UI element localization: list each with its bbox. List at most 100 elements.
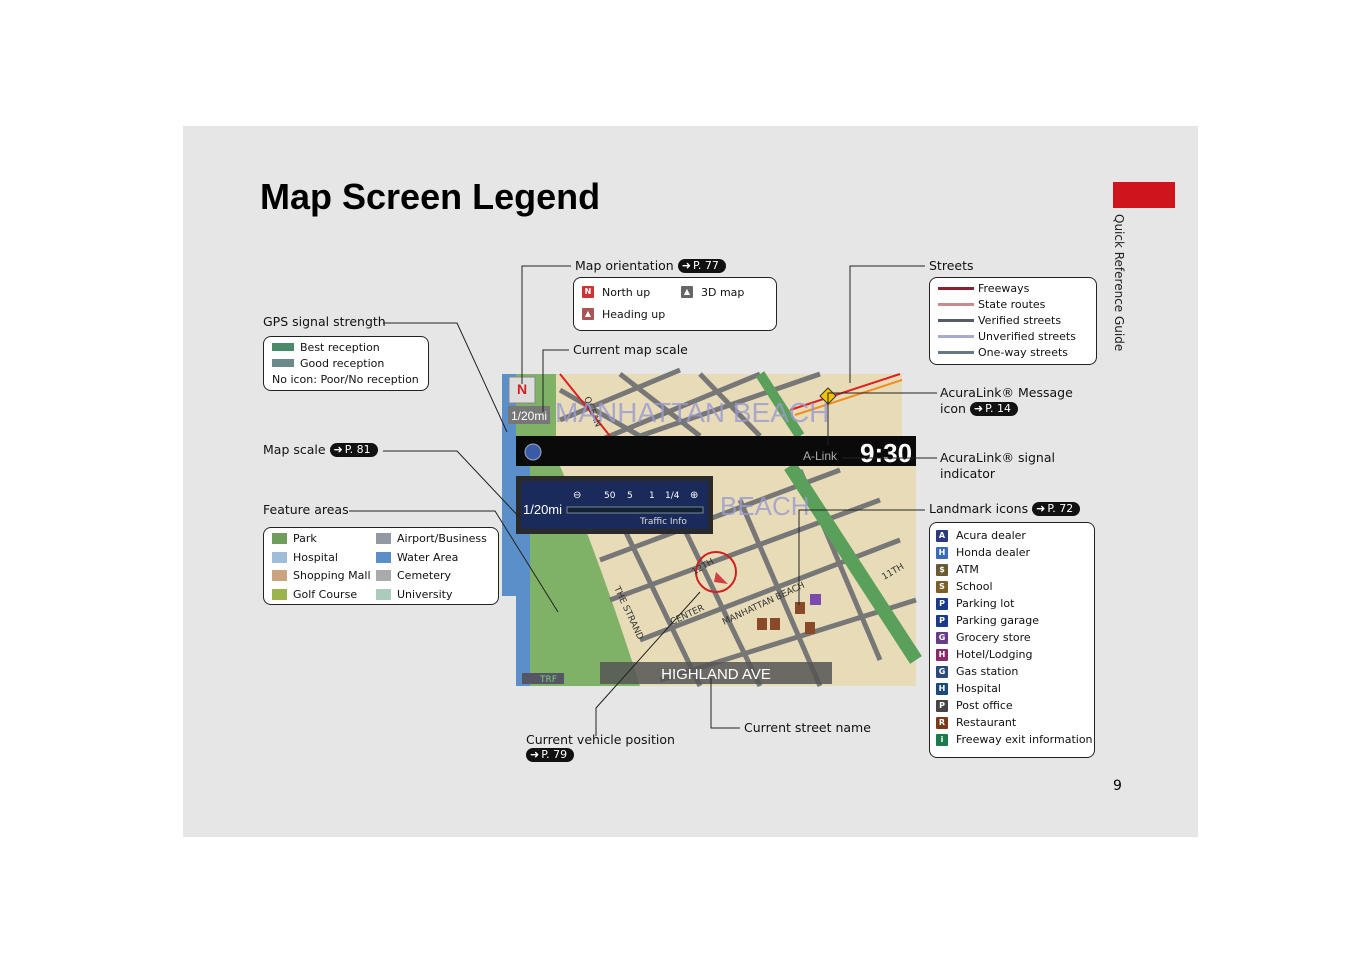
landmark-icon: $ (936, 563, 948, 576)
front-map: BEACH A-Link 9:30 1/20mi ⊖ ⊕ 50 5 1 1/4 … (516, 436, 922, 688)
street-name-label: Current street name (744, 720, 871, 735)
landmark-item: S School (936, 578, 1094, 595)
swatch-icon (272, 551, 287, 563)
street-line-icon (938, 286, 974, 290)
street-type-item: One-way streets (938, 344, 1096, 360)
swatch-icon (272, 570, 287, 581)
gps-label: GPS signal strength (263, 314, 386, 329)
feature-area-item: Airport/Business (376, 530, 496, 547)
street-line-icon (938, 318, 974, 322)
gps-best-icon (272, 343, 294, 351)
feature-area-item: Park (272, 530, 376, 547)
page-ref-link[interactable]: P. 72 (1032, 502, 1081, 516)
landmark-item: A Acura dealer (936, 527, 1094, 544)
landmark-icon: i (936, 733, 948, 746)
page-ref-link[interactable]: P. 81 (329, 443, 378, 457)
map-illustration: OCEAN N 1/20mi MANHATTAN BEACH BEACH A-L… (349, 265, 937, 736)
zoom-out-icon: ⊖ (573, 490, 581, 501)
swatch-icon (376, 588, 391, 600)
street-line-icon (938, 302, 974, 306)
heading-up-icon: ▲ (582, 308, 594, 320)
streets-label: Streets (929, 258, 974, 273)
feature-areas-label: Feature areas (263, 502, 349, 517)
zoom-tick: 5 (627, 491, 633, 501)
zoom-tick: 1/4 (665, 491, 680, 501)
restaurant-icon (770, 618, 780, 630)
landmark-item: P Post office (936, 697, 1094, 714)
swatch-icon (376, 570, 391, 581)
street-line-icon (938, 350, 974, 354)
city-label: MANHATTAN BEACH (555, 397, 829, 428)
zoom-tick: 1 (649, 491, 655, 501)
landmark-icon: H (936, 682, 948, 695)
back-scale-text: 1/20mi (511, 409, 547, 423)
landmark-icon: H (936, 648, 948, 661)
landmark-item: G Gas station (936, 663, 1094, 680)
feature-area-item: Golf Course (272, 586, 376, 603)
current-scale-label: Current map scale (573, 342, 688, 357)
page-ref-link[interactable]: P. 79 (526, 748, 575, 762)
page-ref-link[interactable]: P. 77 (677, 259, 726, 273)
traffic-info-label: Traffic Info (639, 517, 687, 527)
acuralink-signal-text: A-Link (803, 449, 838, 463)
landmark-icon: H (936, 546, 948, 559)
feature-areas-legend: Park Airport/Business Hospital Water Area Sh… (263, 527, 499, 605)
landmark-icon: G (936, 665, 948, 678)
trf-indicator: TRF (539, 675, 557, 685)
landmark-item: i Freeway exit information (936, 731, 1094, 748)
gps-good-icon (272, 359, 294, 367)
landmark-item: H Honda dealer (936, 544, 1094, 561)
landmark-icon: G (936, 631, 948, 644)
swatch-icon (376, 533, 391, 544)
street-type-item: Unverified streets (938, 328, 1096, 344)
landmark-icon: P (936, 614, 948, 627)
grocery-icon (810, 594, 821, 605)
clock: 9:30 (860, 438, 912, 468)
street-name-bar: HIGHLAND AVE (661, 666, 771, 683)
orientation-legend: N North up ▲ 3D map ▲ Heading up (573, 277, 777, 331)
vehicle-label: Current vehicle positionP. 79 (526, 732, 675, 762)
street-type-item: Freeways (938, 280, 1096, 296)
landmark-item: P Parking garage (936, 612, 1094, 629)
restaurant-icon (795, 602, 805, 614)
city-label-2: BEACH (720, 491, 810, 521)
landmark-icon: A (936, 529, 948, 542)
landmark-item: $ ATM (936, 561, 1094, 578)
street-type-item: State routes (938, 296, 1096, 312)
streets-legend: Freeways State routes Verified streets Unve… (929, 277, 1097, 365)
3d-map-icon: ▲ (681, 286, 693, 298)
zoom-tick: 50 (604, 491, 616, 501)
feature-area-item: Hospital (272, 549, 376, 566)
page-ref-link[interactable]: P. 14 (969, 402, 1019, 416)
street-type-item: Verified streets (938, 312, 1096, 328)
front-scale-text: 1/20mi (523, 502, 562, 517)
feature-area-item: Cemetery (376, 567, 496, 584)
landmarks-legend: A Acura dealer H Honda dealer $ ATM S School P Pa… (929, 522, 1095, 758)
landmark-icon: P (936, 597, 948, 610)
north-up-icon: N (582, 286, 594, 298)
landmark-item: P Parking lot (936, 595, 1094, 612)
feature-area-item: University (376, 586, 496, 603)
acuralink-message-label: AcuraLink® Messageicon P. 14 (940, 385, 1073, 417)
landmark-icon: S (936, 580, 948, 593)
restaurant-icon (805, 622, 815, 634)
swatch-icon (272, 533, 287, 544)
landmarks-label: Landmark icons P. 72 (929, 501, 1081, 516)
orientation-label: Map orientation P. 77 (575, 258, 726, 273)
gps-legend: Best reception Good reception No icon: P… (263, 336, 429, 391)
street-line-icon (938, 334, 974, 338)
landmark-icon: P (936, 699, 948, 712)
acuralink-signal-label: AcuraLink® signal indicator (940, 450, 1055, 481)
feature-area-item: Shopping Mall (272, 567, 376, 584)
landmark-item: G Grocery store (936, 629, 1094, 646)
feature-area-item: Water Area (376, 549, 496, 566)
zoom-in-icon: ⊕ (690, 490, 698, 501)
swatch-icon (272, 588, 287, 600)
swatch-icon (376, 551, 391, 563)
restaurant-icon (757, 618, 767, 630)
landmark-item: H Hospital (936, 680, 1094, 697)
landmark-item: H Hotel/Lodging (936, 646, 1094, 663)
landmark-icon: R (936, 716, 948, 729)
landmark-item: R Restaurant (936, 714, 1094, 731)
map-scale-label: Map scale P. 81 (263, 442, 378, 457)
